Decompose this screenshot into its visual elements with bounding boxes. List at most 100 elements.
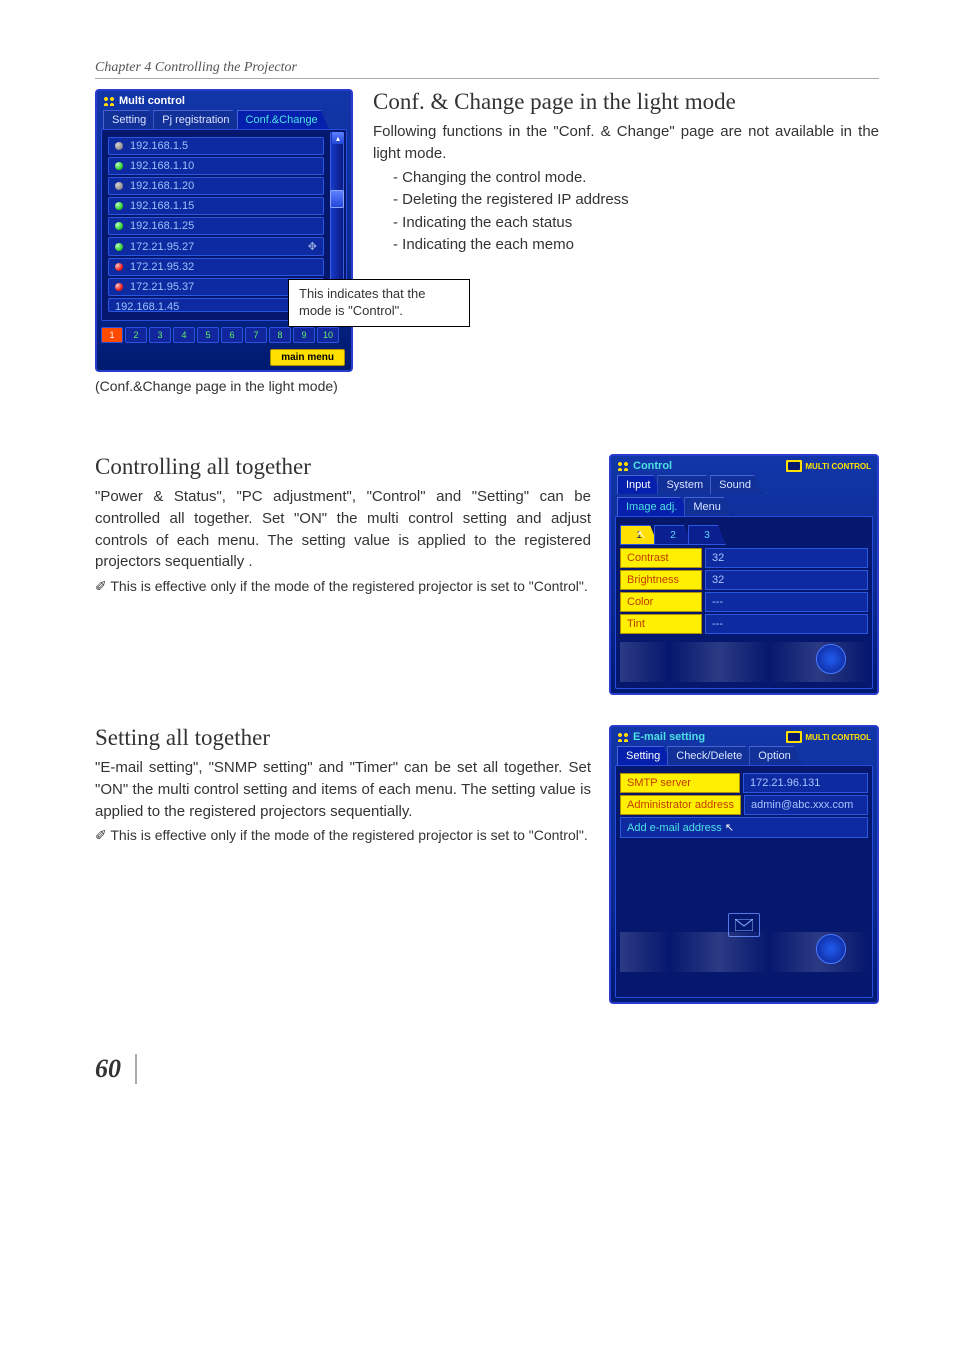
ip-address: 192.168.1.20 <box>130 180 194 192</box>
status-dot <box>115 142 123 150</box>
page-btn-3[interactable]: 3 <box>149 327 171 343</box>
app-icon <box>103 96 115 106</box>
ip-address: 192.168.1.10 <box>130 160 194 172</box>
main-menu-button[interactable]: main menu <box>270 349 345 366</box>
ip-address: 192.168.1.5 <box>130 140 188 152</box>
move-cursor-icon: ✥ <box>308 240 317 253</box>
section2-note: This is effective only if the mode of th… <box>95 577 591 596</box>
ip-row[interactable]: 192.168.1.10 <box>108 157 324 175</box>
page-btn-10[interactable]: 10 <box>317 327 339 343</box>
numtab-2[interactable]: 2 <box>654 525 692 545</box>
param-value[interactable]: --- <box>705 614 868 634</box>
email-row: SMTP server172.21.96.131 <box>620 773 868 793</box>
tab-conf-change[interactable]: Conf.&Change <box>237 110 329 129</box>
page-btn-8[interactable]: 8 <box>269 327 291 343</box>
callout-box: This indicates that the mode is "Control… <box>288 279 470 327</box>
tab-row: Setting Pj registration Conf.&Change <box>97 110 351 129</box>
cursor-icon: ↖ <box>637 528 646 541</box>
scrollbar-thumb[interactable] <box>330 190 344 208</box>
cursor-icon: ↖ <box>722 822 734 834</box>
page-number: 60 <box>95 1054 137 1084</box>
chapter-header: Chapter 4 Controlling the Projector <box>95 60 879 79</box>
page-buttons: 12345678910 <box>101 327 347 343</box>
section1-bullets: - Changing the control mode.- Deleting t… <box>393 167 879 257</box>
email-label: SMTP server <box>620 773 740 793</box>
tab-input[interactable]: Input <box>617 475 661 494</box>
email-value[interactable]: admin@abc.xxx.com <box>744 795 868 815</box>
param-value[interactable]: 32 <box>705 570 868 590</box>
ip-address: 172.21.95.37 <box>130 281 194 293</box>
param-label: Contrast <box>620 548 702 568</box>
status-dot <box>115 182 123 190</box>
page-btn-9[interactable]: 9 <box>293 327 315 343</box>
email-title: E-mail setting MULTI CONTROL <box>611 727 877 746</box>
status-dot <box>115 243 123 251</box>
param-value[interactable]: 32 <box>705 548 868 568</box>
tab-email-setting[interactable]: Setting <box>617 746 671 765</box>
email-value[interactable]: 172.21.96.131 <box>743 773 868 793</box>
numtab-1[interactable]: 1 ↖ <box>620 525 658 545</box>
page-btn-5[interactable]: 5 <box>197 327 219 343</box>
ip-address: 172.21.95.32 <box>130 261 194 273</box>
bullet-item: - Indicating the each status <box>393 212 879 235</box>
email-panel: E-mail setting MULTI CONTROL Setting Che… <box>609 725 879 1004</box>
tab-check-delete[interactable]: Check/Delete <box>667 746 753 765</box>
email-title-text: E-mail setting <box>633 731 705 743</box>
section2-title: Controlling all together <box>95 454 591 480</box>
status-dot <box>115 162 123 170</box>
footer-gradient <box>620 932 868 972</box>
page-btn-6[interactable]: 6 <box>221 327 243 343</box>
ip-row[interactable]: 192.168.1.20 <box>108 177 324 195</box>
email-row: Add e-mail address ↖ <box>620 817 868 838</box>
bullet-item: - Changing the control mode. <box>393 167 879 190</box>
section1-title: Conf. & Change page in the light mode <box>373 89 879 115</box>
section3-note: This is effective only if the mode of th… <box>95 826 591 845</box>
ip-row[interactable]: 172.21.95.27 ✥ <box>108 237 324 256</box>
page-btn-1[interactable]: 1 <box>101 327 123 343</box>
num-tabs: 1 ↖ 2 3 <box>620 525 868 545</box>
figure-caption: (Conf.&Change page in the light mode) <box>95 378 353 394</box>
param-row: Contrast32 <box>620 548 868 568</box>
numtab-3[interactable]: 3 <box>688 525 726 545</box>
email-label: Administrator address <box>620 795 741 815</box>
param-label: Brightness <box>620 570 702 590</box>
tab-sound[interactable]: Sound <box>710 475 762 494</box>
ip-row[interactable]: 192.168.1.25 <box>108 217 324 235</box>
section2-body: "Power & Status", "PC adjustment", "Cont… <box>95 486 591 573</box>
subtab-menu[interactable]: Menu <box>684 497 732 516</box>
email-row: Administrator addressadmin@abc.xxx.com <box>620 795 868 815</box>
param-row: Color--- <box>620 592 868 612</box>
param-row: Brightness32 <box>620 570 868 590</box>
multi-control-panel: Multi control Setting Pj registration Co… <box>95 89 353 372</box>
page-btn-4[interactable]: 4 <box>173 327 195 343</box>
gear-icon[interactable] <box>816 934 846 964</box>
page-btn-2[interactable]: 2 <box>125 327 147 343</box>
section1-intro: Following functions in the "Conf. & Chan… <box>373 121 879 165</box>
tab-option[interactable]: Option <box>749 746 801 765</box>
gear-icon[interactable] <box>816 644 846 674</box>
bullet-item: - Deleting the registered IP address <box>393 189 879 212</box>
status-dot <box>115 263 123 271</box>
app-icon <box>617 461 629 471</box>
param-value[interactable]: --- <box>705 592 868 612</box>
page-btn-7[interactable]: 7 <box>245 327 267 343</box>
param-label: Color <box>620 592 702 612</box>
tab-system[interactable]: System <box>657 475 714 494</box>
tab-pj-registration[interactable]: Pj registration <box>153 110 240 129</box>
scroll-up[interactable]: ▴ <box>332 132 344 144</box>
param-label: Tint <box>620 614 702 634</box>
add-email-link[interactable]: Add e-mail address ↖ <box>620 817 868 838</box>
ctrl-title-text: Control <box>633 460 672 472</box>
ip-row[interactable]: 192.168.1.5 <box>108 137 324 155</box>
ip-row[interactable]: 192.168.1.15 <box>108 197 324 215</box>
section3-body: "E-mail setting", "SNMP setting" and "Ti… <box>95 757 591 822</box>
status-dot <box>115 202 123 210</box>
panel-title: Multi control <box>97 91 351 110</box>
control-panel: Control MULTI CONTROL Input System Sound… <box>609 454 879 695</box>
subtab-imageadj[interactable]: Image adj. <box>617 497 688 516</box>
app-icon <box>617 732 629 742</box>
tab-setting[interactable]: Setting <box>103 110 157 129</box>
ip-address: 172.21.95.27 <box>130 241 194 253</box>
multi-control-badge: MULTI CONTROL <box>786 731 871 743</box>
ip-row[interactable]: 172.21.95.32 <box>108 258 324 276</box>
